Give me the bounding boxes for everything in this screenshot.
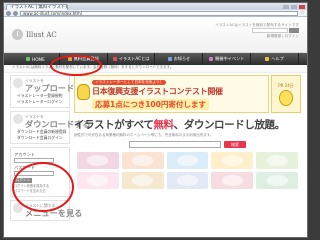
url-input[interactable]: www.ac-illust.com/index.html [20, 10, 298, 16]
main-content: イラストレーターとして日本を元気よう！ 日本復興支援イラストコンテスト開催 応募… [74, 75, 301, 224]
help-icon [265, 57, 270, 61]
upload-heading[interactable]: イラストを アップロードする [13, 78, 91, 93]
nav-help[interactable]: ヘルプ [251, 53, 299, 65]
illust-thumbnail[interactable] [77, 152, 119, 169]
illust-thumbnail[interactable] [77, 172, 119, 189]
header-right: イラストACはイラストを無料で配布するサイトです 新規登録 | ログイン [215, 23, 299, 39]
forward-icon[interactable] [13, 10, 18, 16]
nav-label: 開催中イベント [215, 56, 245, 61]
pr-banner[interactable]: PR 24日 [271, 75, 301, 113]
download-link-login[interactable]: ダウンロード会員ログイン [13, 135, 67, 141]
illust-thumbnail[interactable] [256, 152, 298, 169]
site-logo[interactable]: i Illust AC [12, 29, 57, 40]
download-heading[interactable]: イラストを ダウンロードする [13, 114, 91, 129]
browser-titlebar: イラストAC | 無料イラスト素材 [4, 3, 307, 10]
thumbnail-grid [74, 152, 301, 189]
headline-part: イラストがすべて [74, 119, 154, 131]
highlight-circle-signup [50, 55, 102, 76]
back-icon[interactable] [6, 10, 11, 16]
bookmark-star-icon[interactable]: ☆ [300, 10, 305, 16]
event-icon [209, 57, 214, 61]
search-button[interactable]: 検索 [224, 141, 246, 148]
illust-thumbnail[interactable] [121, 152, 164, 169]
header-search-input[interactable] [251, 28, 288, 33]
highlight-circle-login [12, 162, 74, 212]
maximize-icon[interactable] [291, 4, 297, 9]
upload-icon [13, 78, 23, 88]
nav-news[interactable]: お知らせ [155, 53, 204, 65]
upload-link-login[interactable]: イラストレーターログイン [13, 99, 67, 105]
banner-row: イラストレーターとして日本を元気よう！ 日本復興支援イラストコンテスト開催 応募… [74, 75, 301, 113]
contest-banner[interactable]: イラストレーターとして日本を元気よう！ 日本復興支援イラストコンテスト開催 応募… [74, 75, 269, 113]
nav-label: お知らせ [173, 56, 191, 61]
close-icon[interactable] [299, 4, 305, 9]
headline-free: 無料 [153, 119, 174, 131]
illust-thumbnail[interactable] [211, 152, 254, 169]
illust-thumbnail[interactable] [166, 152, 209, 169]
address-bar: www.ac-illust.com/index.html ☆ [4, 10, 307, 17]
logo-mark-icon: i [12, 29, 23, 40]
nav-event[interactable]: 開催中イベント [203, 53, 252, 65]
browser-tab[interactable]: イラストAC | 無料イラスト素材 [6, 3, 68, 10]
home-icon [26, 57, 31, 61]
window-controls [283, 4, 307, 9]
illust-search: 検索 [74, 141, 301, 148]
pr-text: PR 24日 [278, 82, 294, 88]
nav-label: HOME [32, 56, 45, 62]
banner-subtitle: 応募1点につき100円寄付します [92, 99, 209, 110]
banner-tag: イラストレーターとして日本を元気よう！ [92, 80, 167, 85]
illust-thumbnail[interactable] [211, 172, 254, 189]
headline: イラストがすべて無料、ダウンロードし放題。 [74, 117, 301, 132]
site-header: i Illust AC イラストACはイラストを無料で配布するサイトです 新規登… [4, 17, 307, 53]
upload-box: イラストを アップロードする イラストレーター登録規約 イラストレーターログイン [10, 75, 91, 108]
minimize-icon[interactable] [283, 4, 289, 9]
illust-thumbnail[interactable] [121, 172, 164, 189]
illust-thumbnail[interactable] [166, 172, 209, 189]
browser-window: イラストAC | 無料イラスト素材 www.ac-illust.com/inde… [3, 2, 308, 238]
about-icon [112, 57, 117, 61]
search-input[interactable] [129, 141, 221, 148]
logo-text: Illust AC [26, 30, 57, 39]
download-box: イラストを ダウンロードする ダウンロード会員の新規登録 ダウンロード会員ログイ… [10, 111, 91, 144]
pr-mascot-icon [279, 89, 293, 106]
mascot-icon [77, 84, 90, 100]
illust-thumbnail[interactable] [256, 172, 298, 189]
headline-part: 、ダウンロードし放題。 [173, 119, 286, 131]
headline-subtext: 個性的で可作性ある商業権利無料のホームページ等にも、完全無料のまま利用出来ます。 [74, 133, 214, 137]
banner-title: 日本復興支援イラストコンテスト開催 [92, 87, 223, 96]
download-icon [13, 114, 23, 124]
news-icon [167, 57, 172, 61]
header-links[interactable]: 新規登録 | ログイン [215, 34, 299, 39]
nav-label: イラストACとは [118, 56, 150, 61]
nav-label: ヘルプ [271, 56, 284, 61]
header-search-button[interactable] [289, 28, 299, 33]
nav-about[interactable]: イラストACとは [108, 53, 156, 65]
